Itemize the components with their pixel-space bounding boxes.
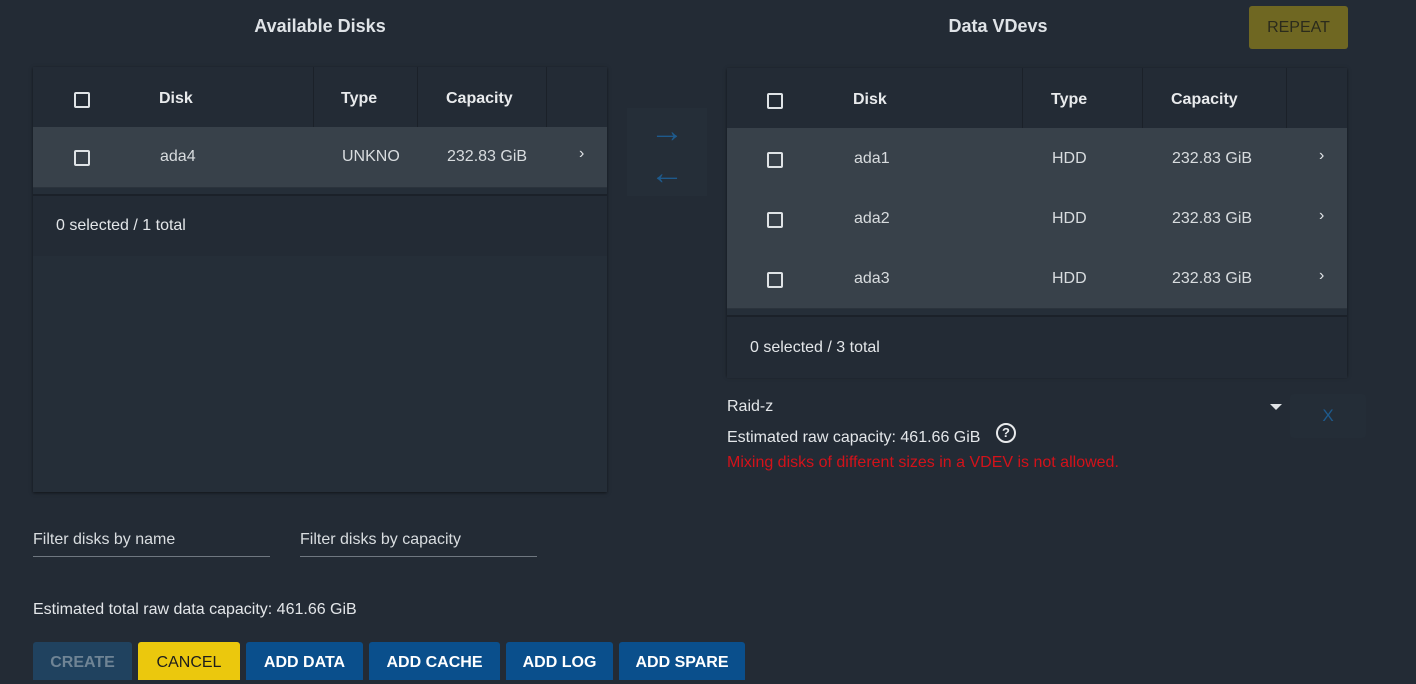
chevron-right-icon[interactable]: › (579, 145, 584, 163)
column-header-disk[interactable]: Disk (159, 90, 193, 108)
column-divider (1142, 68, 1143, 128)
estimated-total-capacity: Estimated total raw data capacity: 461.6… (33, 601, 357, 618)
add-data-button[interactable]: ADD DATA (246, 642, 363, 680)
column-header-capacity[interactable]: Capacity (446, 90, 513, 108)
add-log-button[interactable]: ADD LOG (506, 642, 613, 680)
table-row[interactable]: ada3 HDD 232.83 GiB › (727, 248, 1347, 309)
column-header-disk[interactable]: Disk (853, 91, 887, 109)
chevron-down-icon[interactable] (1270, 404, 1282, 410)
table-row[interactable]: ada4 UNKNO 232.83 GiB › (33, 127, 607, 188)
disk-capacity: 232.83 GiB (447, 148, 528, 165)
row-checkbox[interactable] (767, 272, 783, 288)
disk-capacity: 232.83 GiB (1172, 270, 1253, 287)
create-button[interactable]: CREATE (33, 642, 132, 680)
column-header-type[interactable]: Type (341, 90, 377, 108)
select-all-checkbox[interactable] (767, 93, 783, 109)
available-disks-table: Disk Type Capacity ada4 UNKNO 232.83 GiB… (33, 67, 607, 492)
chevron-right-icon[interactable]: › (1319, 147, 1324, 165)
estimated-raw-capacity: Estimated raw capacity: 461.66 GiB (727, 429, 981, 446)
column-divider (1286, 68, 1287, 128)
disk-type: HDD (1052, 210, 1087, 227)
disk-type: HDD (1052, 270, 1087, 287)
data-vdevs-table: Disk Type Capacity ada1 HDD 232.83 GiB ›… (727, 68, 1347, 378)
selection-count: 0 selected / 3 total (750, 339, 880, 356)
vdev-layout-select[interactable]: Raid-z (727, 396, 1287, 420)
disk-type: HDD (1052, 150, 1087, 167)
disk-name: ada3 (854, 270, 890, 287)
disk-type: UNKNO (342, 148, 400, 165)
row-checkbox[interactable] (74, 150, 90, 166)
arrow-right-icon[interactable]: → (627, 112, 707, 151)
repeat-button[interactable]: REPEAT (1249, 6, 1348, 49)
table-footer: 0 selected / 3 total (727, 315, 1347, 378)
disk-capacity: 232.83 GiB (1172, 210, 1253, 227)
available-disks-title: Available Disks (254, 16, 386, 36)
add-spare-button[interactable]: ADD SPARE (619, 642, 745, 680)
selection-count: 0 selected / 1 total (56, 217, 186, 234)
filter-by-name-input[interactable]: Filter disks by name (33, 521, 270, 557)
filter-by-capacity-placeholder: Filter disks by capacity (300, 531, 461, 548)
row-checkbox[interactable] (767, 152, 783, 168)
disk-name: ada1 (854, 150, 890, 167)
data-vdevs-title: Data VDevs (948, 16, 1048, 36)
help-icon[interactable]: ? (996, 423, 1016, 443)
add-cache-button[interactable]: ADD CACHE (369, 642, 500, 680)
chevron-right-icon[interactable]: › (1319, 207, 1324, 225)
select-all-checkbox[interactable] (74, 92, 90, 108)
arrow-left-icon[interactable]: ← (627, 154, 707, 193)
table-row[interactable]: ada2 HDD 232.83 GiB › (727, 188, 1347, 249)
vdev-layout-value: Raid-z (727, 398, 774, 415)
table-footer: 0 selected / 1 total (33, 194, 607, 256)
disk-name: ada2 (854, 210, 890, 227)
table-header: Disk Type Capacity (33, 67, 607, 128)
disk-capacity: 232.83 GiB (1172, 150, 1253, 167)
column-divider (1022, 68, 1023, 128)
row-checkbox[interactable] (767, 212, 783, 228)
table-header: Disk Type Capacity (727, 68, 1347, 129)
transfer-controls: → ← (627, 108, 707, 196)
filter-by-name-placeholder: Filter disks by name (33, 531, 176, 548)
column-header-capacity[interactable]: Capacity (1171, 91, 1238, 109)
remove-vdev-button[interactable]: X (1290, 394, 1366, 438)
vdev-error-message: Mixing disks of different sizes in a VDE… (727, 454, 1119, 471)
cancel-button[interactable]: CANCEL (138, 642, 240, 680)
column-divider (417, 67, 418, 127)
chevron-right-icon[interactable]: › (1319, 267, 1324, 285)
table-row[interactable]: ada1 HDD 232.83 GiB › (727, 128, 1347, 189)
column-divider (313, 67, 314, 127)
filter-by-capacity-input[interactable]: Filter disks by capacity (300, 521, 537, 557)
disk-name: ada4 (160, 148, 196, 165)
column-divider (546, 67, 547, 127)
column-header-type[interactable]: Type (1051, 91, 1087, 109)
